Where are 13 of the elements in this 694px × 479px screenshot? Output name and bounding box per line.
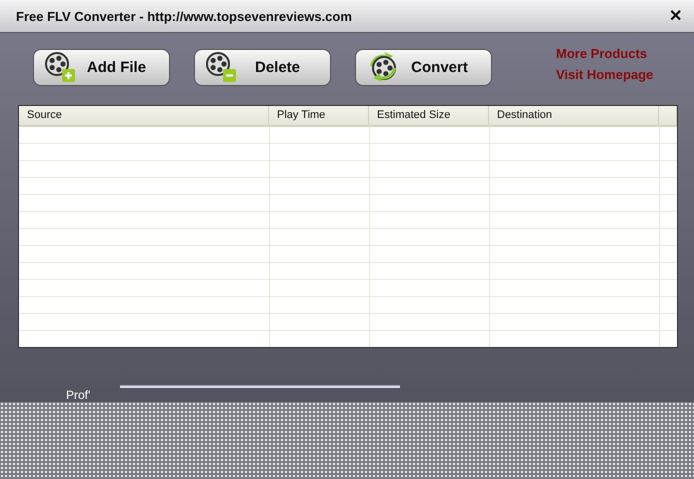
delete-button[interactable]: Delete bbox=[194, 48, 331, 86]
profile-label: Prof' bbox=[66, 388, 90, 402]
column-header[interactable]: Destination bbox=[489, 106, 659, 125]
profile-field[interactable] bbox=[120, 385, 400, 388]
add-file-button[interactable]: Add File bbox=[33, 48, 170, 86]
column-header[interactable]: Estimated Size bbox=[369, 106, 489, 125]
window-title: Free FLV Converter - http://www.topsevenreviews.com bbox=[16, 8, 352, 24]
column-header[interactable]: Source bbox=[19, 106, 269, 125]
film-reel-minus-icon bbox=[205, 51, 237, 83]
close-button[interactable]: ✕ bbox=[667, 6, 684, 26]
film-reel-plus-icon bbox=[44, 51, 76, 83]
column-header[interactable]: Play Time bbox=[269, 106, 369, 125]
convert-button[interactable]: Convert bbox=[355, 48, 492, 86]
